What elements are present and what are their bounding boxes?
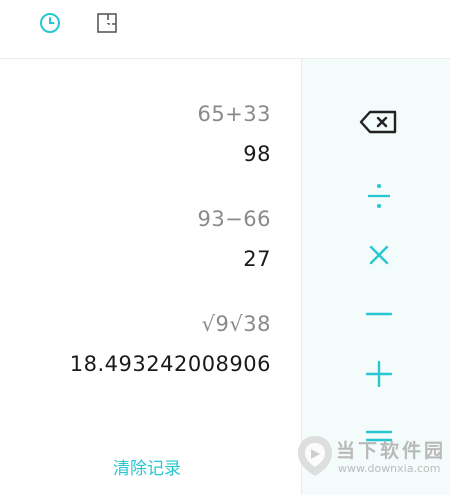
history-result: 98 — [243, 142, 271, 166]
history-entry[interactable]: 65+33 98 — [197, 101, 271, 167]
downxia-logo-icon — [298, 436, 332, 476]
history-entry[interactable]: 93−66 27 — [197, 206, 271, 272]
history-list: 65+33 98 93−66 27 √9√38 18.493242008906 … — [0, 59, 301, 495]
divide-button[interactable] — [342, 174, 416, 218]
top-toolbar — [0, 0, 450, 59]
site-watermark: 当下软件园 www.downxia.com — [296, 434, 446, 486]
multiply-icon — [369, 245, 389, 265]
history-expression: 65+33 — [197, 102, 271, 126]
add-button[interactable] — [342, 352, 416, 396]
history-expression: 93−66 — [197, 207, 271, 231]
history-result: 18.493242008906 — [69, 352, 271, 376]
multiply-button[interactable] — [342, 233, 416, 277]
backspace-icon — [359, 110, 397, 134]
watermark-brand: 当下软件园 — [336, 440, 447, 462]
history-expression: √9√38 — [201, 312, 271, 336]
clear-history-button[interactable]: 清除记录 — [113, 454, 181, 479]
history-result: 27 — [243, 247, 271, 271]
watermark-url: www.downxia.com — [338, 462, 441, 475]
divide-icon — [368, 184, 390, 208]
plus-icon — [366, 361, 392, 387]
calculator-app: 65+33 98 93−66 27 √9√38 18.493242008906 … — [0, 0, 450, 495]
subtract-button[interactable] — [342, 292, 416, 336]
clock-icon[interactable] — [37, 10, 63, 36]
history-entry[interactable]: √9√38 18.493242008906 — [70, 311, 271, 377]
operator-column — [301, 59, 450, 495]
unit-converter-icon[interactable] — [94, 10, 120, 36]
backspace-button[interactable] — [342, 100, 416, 144]
minus-icon — [366, 312, 392, 316]
